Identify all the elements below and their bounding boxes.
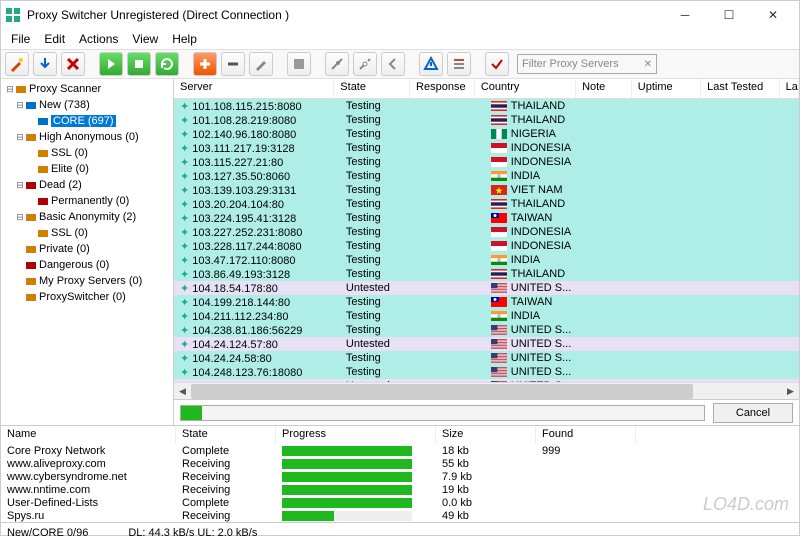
delete-button[interactable]: [61, 52, 85, 76]
connect-button[interactable]: [325, 52, 349, 76]
proxy-row[interactable]: ✦ 104.199.218.144:80TestingTAIWAN: [174, 295, 799, 309]
bcol-name[interactable]: Name: [1, 426, 176, 444]
menu-view[interactable]: View: [126, 31, 164, 47]
server-button[interactable]: [287, 52, 311, 76]
filter-input[interactable]: Filter Proxy Servers ✕: [517, 54, 657, 74]
proxy-list[interactable]: ✦ 101.108.115.215:8080TestingTHAILAND✦ 1…: [174, 99, 799, 382]
disconnect-button[interactable]: [353, 52, 377, 76]
remove-button[interactable]: [221, 52, 245, 76]
minimize-button[interactable]: ─: [663, 1, 707, 29]
proxy-row[interactable]: ✦ 104.211.112.234:80TestingINDIA: [174, 309, 799, 323]
proxy-row[interactable]: ✦ 103.228.117.244:8080TestingINDONESIA: [174, 239, 799, 253]
tree-item[interactable]: Private (0): [3, 241, 171, 257]
proxy-row[interactable]: ✦ 103.115.227.21:80TestingINDONESIA: [174, 155, 799, 169]
tree-item[interactable]: ⊟High Anonymous (0): [3, 129, 171, 145]
proxy-row[interactable]: ✦ 103.20.204.104:80TestingTHAILAND: [174, 197, 799, 211]
check-button[interactable]: [485, 52, 509, 76]
column-headers[interactable]: Server State Response Country Note Uptim…: [174, 79, 799, 99]
status-left: New/CORE 0/96: [7, 527, 88, 539]
tree-item[interactable]: ⊟New (738): [3, 97, 171, 113]
horizontal-scrollbar[interactable]: ◀ ▶: [174, 382, 799, 399]
bcol-found[interactable]: Found: [536, 426, 636, 444]
download-row[interactable]: User-Defined-ListsComplete0.0 kb: [1, 496, 799, 509]
proxy-row[interactable]: ✦ 103.227.252.231:8080TestingINDONESIA: [174, 225, 799, 239]
download-row[interactable]: Core Proxy NetworkComplete18 kb999: [1, 444, 799, 457]
close-button[interactable]: ✕: [751, 1, 795, 29]
proxy-row[interactable]: ✦ 103.127.35.50:8060TestingINDIA: [174, 169, 799, 183]
proxy-row[interactable]: ✦ 103.86.49.193:3128TestingTHAILAND: [174, 267, 799, 281]
edit-button[interactable]: [249, 52, 273, 76]
app-icon: [5, 7, 21, 23]
add-button[interactable]: [193, 52, 217, 76]
proxy-row[interactable]: ✦ 104.238.81.186:56229TestingUNITED S...: [174, 323, 799, 337]
proxy-row[interactable]: ✦ 101.108.115.215:8080TestingTHAILAND: [174, 99, 799, 113]
scroll-right-icon[interactable]: ▶: [782, 383, 799, 400]
menu-actions[interactable]: Actions: [73, 31, 124, 47]
tree-item[interactable]: Elite (0): [3, 161, 171, 177]
clear-filter-icon[interactable]: ✕: [644, 59, 652, 70]
cancel-button[interactable]: Cancel: [713, 403, 793, 423]
statusbar: New/CORE 0/96 DL: 44.3 kB/s UL: 2.0 kB/s: [1, 522, 799, 542]
filter-placeholder: Filter Proxy Servers: [522, 58, 619, 70]
scroll-left-icon[interactable]: ◀: [174, 383, 191, 400]
back-button[interactable]: [381, 52, 405, 76]
proxy-row[interactable]: ✦ 104.24.124.57:80UntestedUNITED S...: [174, 337, 799, 351]
proxy-row[interactable]: ✦ 103.224.195.41:3128TestingTAIWAN: [174, 211, 799, 225]
refresh-button[interactable]: [155, 52, 179, 76]
bcol-state[interactable]: State: [176, 426, 276, 444]
tree-item[interactable]: ProxySwitcher (0): [3, 289, 171, 305]
proxy-row[interactable]: ✦ 103.139.103.29:3131TestingVIET NAM: [174, 183, 799, 197]
proxy-row[interactable]: ✦ 101.108.28.219:8080TestingTHAILAND: [174, 113, 799, 127]
toolbar: Filter Proxy Servers ✕: [1, 49, 799, 79]
tree-item[interactable]: My Proxy Servers (0): [3, 273, 171, 289]
download-panel: Name State Progress Size Found Core Prox…: [1, 425, 799, 522]
download-row[interactable]: Spys.ruReceiving49 kb: [1, 509, 799, 522]
stop-button[interactable]: [127, 52, 151, 76]
tree-item[interactable]: Permanently (0): [3, 193, 171, 209]
download-row[interactable]: www.nntime.comReceiving19 kb: [1, 483, 799, 496]
menu-help[interactable]: Help: [166, 31, 203, 47]
tree-item[interactable]: Dangerous (0): [3, 257, 171, 273]
proxy-row[interactable]: ✦ 104.24.24.58:80TestingUNITED S...: [174, 351, 799, 365]
alert-button[interactable]: [419, 52, 443, 76]
tree-item[interactable]: SSL (0): [3, 145, 171, 161]
tree-item[interactable]: CORE (697): [3, 113, 171, 129]
col-state[interactable]: State: [334, 79, 410, 98]
list-button[interactable]: [447, 52, 471, 76]
play-button[interactable]: [99, 52, 123, 76]
proxy-row[interactable]: ✦ 104.18.54.178:80UntestedUNITED S...: [174, 281, 799, 295]
wizard-button[interactable]: [5, 52, 29, 76]
menu-edit[interactable]: Edit: [38, 31, 71, 47]
bcol-progress[interactable]: Progress: [276, 426, 436, 444]
download-row[interactable]: www.aliveproxy.comReceiving55 kb: [1, 457, 799, 470]
download-button[interactable]: [33, 52, 57, 76]
scan-progress: [180, 405, 705, 421]
tree-item[interactable]: ⊟Proxy Scanner: [3, 81, 171, 97]
proxy-row[interactable]: ✦ 103.111.217.19:3128TestingINDONESIA: [174, 141, 799, 155]
tree-item[interactable]: ⊟Dead (2): [3, 177, 171, 193]
tree-item[interactable]: ⊟Basic Anonymity (2): [3, 209, 171, 225]
col-tested[interactable]: Last Tested: [701, 79, 779, 98]
download-row[interactable]: www.cybersyndrome.netReceiving7.9 kb: [1, 470, 799, 483]
col-uptime[interactable]: Uptime: [632, 79, 701, 98]
status-right: DL: 44.3 kB/s UL: 2.0 kB/s: [128, 527, 257, 539]
col-country[interactable]: Country: [475, 79, 576, 98]
col-last[interactable]: La: [780, 79, 799, 98]
titlebar: Proxy Switcher Unregistered (Direct Conn…: [1, 1, 799, 29]
col-note[interactable]: Note: [576, 79, 632, 98]
menu-file[interactable]: File: [5, 31, 36, 47]
bcol-size[interactable]: Size: [436, 426, 536, 444]
tree-sidebar[interactable]: ⊟Proxy Scanner⊟New (738)CORE (697)⊟High …: [1, 79, 174, 425]
window-title: Proxy Switcher Unregistered (Direct Conn…: [27, 8, 663, 22]
col-response[interactable]: Response: [410, 79, 475, 98]
proxy-row[interactable]: ✦ 102.140.96.180:8080TestingNIGERIA: [174, 127, 799, 141]
menubar: File Edit Actions View Help: [1, 29, 799, 49]
tree-item[interactable]: SSL (0): [3, 225, 171, 241]
col-server[interactable]: Server: [174, 79, 334, 98]
maximize-button[interactable]: ☐: [707, 1, 751, 29]
proxy-row[interactable]: ✦ 103.47.172.110:8080TestingINDIA: [174, 253, 799, 267]
proxy-row[interactable]: ✦ 104.248.123.76:18080TestingUNITED S...: [174, 365, 799, 379]
